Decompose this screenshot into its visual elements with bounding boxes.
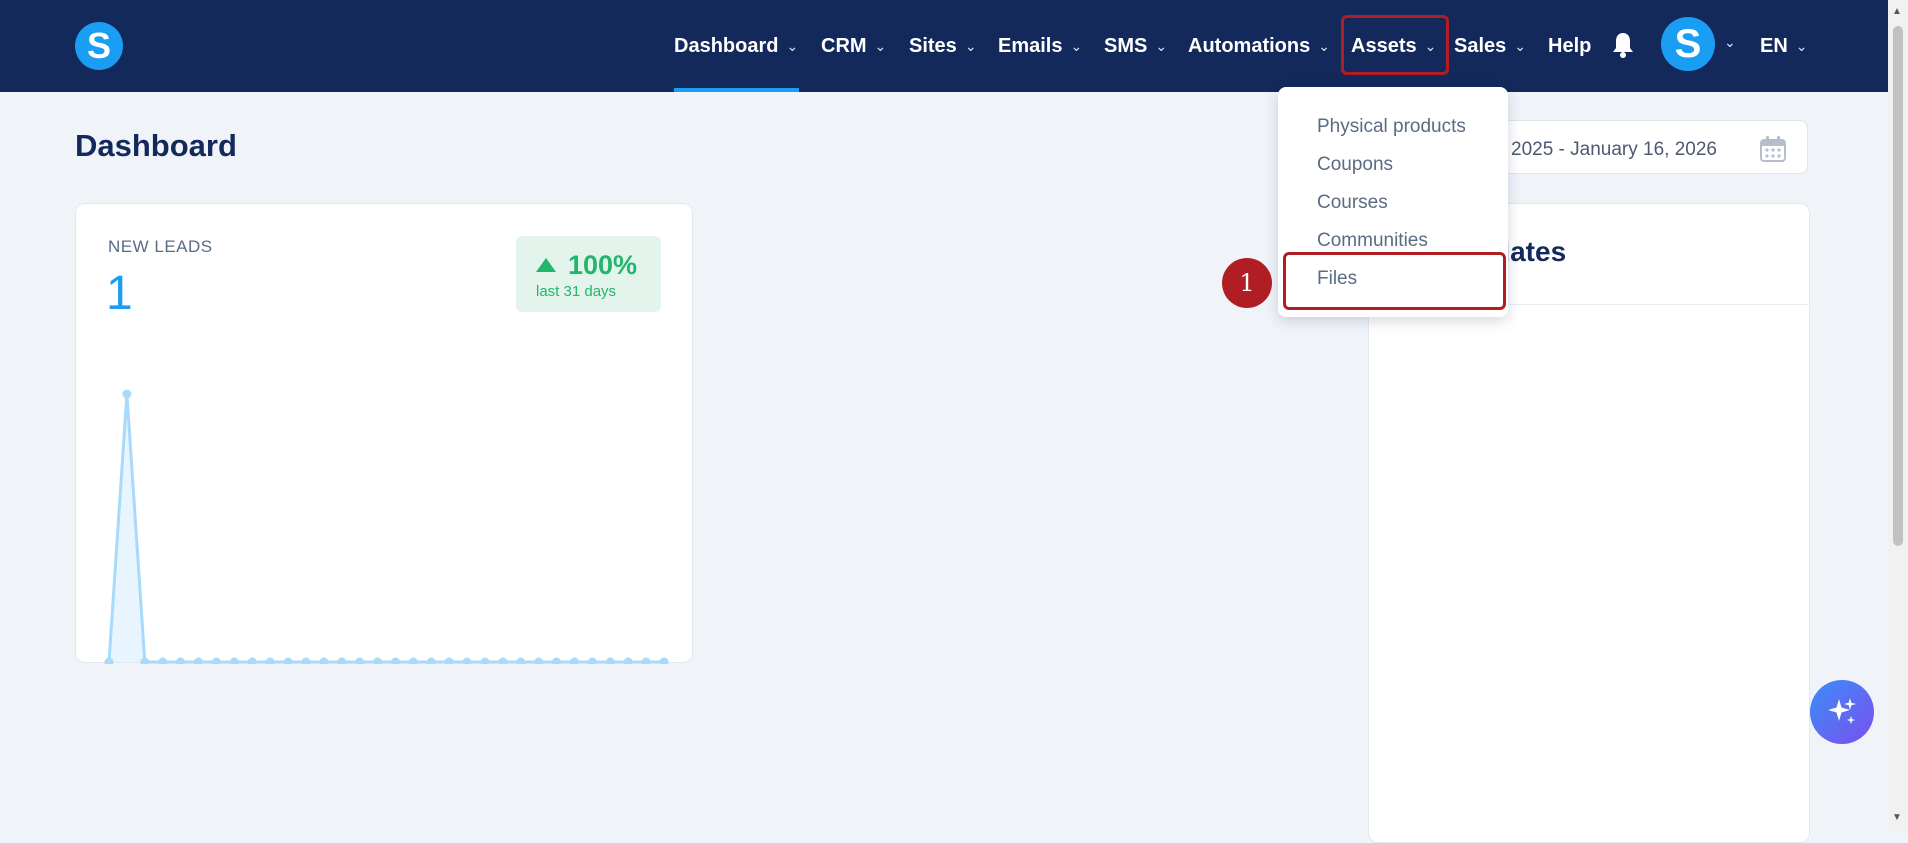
chart-point: [426, 657, 436, 664]
scroll-down-arrow-icon[interactable]: ▼: [1892, 812, 1902, 823]
change-period: last 31 days: [536, 283, 617, 300]
nav-label: Emails: [998, 34, 1063, 57]
dropdown-item-communities[interactable]: Communities: [1317, 230, 1428, 252]
chevron-down-icon: ⌄: [1070, 37, 1083, 54]
logo-letter: S: [86, 25, 111, 66]
chevron-down-icon: ⌄: [1155, 37, 1168, 54]
nav-item-emails[interactable]: Emails ⌄: [998, 0, 1082, 92]
nav-item-crm[interactable]: CRM ⌄: [821, 0, 886, 92]
new-leads-label: NEW LEADS: [108, 237, 213, 256]
chart-point: [247, 657, 257, 664]
scroll-up-arrow-icon[interactable]: ▲: [1892, 6, 1902, 17]
chart-point: [319, 657, 329, 664]
chart-point: [194, 657, 204, 664]
chart-point: [534, 657, 544, 664]
chart-point: [641, 657, 651, 664]
chart-point: [229, 657, 239, 664]
calendar-icon: [1760, 136, 1786, 162]
avatar-letter: S: [1674, 21, 1702, 66]
nav-label: Sales: [1454, 34, 1507, 57]
assets-highlight-box: [1341, 15, 1449, 75]
step-marker: 1: [1222, 258, 1272, 308]
nav-label: Sites: [909, 34, 957, 57]
language-selector[interactable]: EN ⌄: [1760, 0, 1808, 92]
nav-item-sales[interactable]: Sales ⌄: [1454, 0, 1526, 92]
chart-point: [211, 657, 221, 664]
nav-label: CRM: [821, 34, 867, 57]
chart-point: [337, 657, 347, 664]
chevron-down-icon: ⌄: [1514, 37, 1526, 54]
chart-point: [373, 657, 383, 664]
chart-point: [605, 657, 615, 664]
nav-item-dashboard[interactable]: Dashboard ⌄: [674, 0, 798, 92]
page-title: Dashboard: [75, 128, 237, 163]
sparkle-icon: [1828, 698, 1856, 724]
chevron-down-icon[interactable]: ⌄: [1724, 34, 1736, 51]
chart-point: [408, 657, 418, 664]
page-scrollbar[interactable]: ▲ ▼: [1888, 0, 1908, 831]
chart-point: [569, 657, 579, 664]
change-badge: 100% last 31 days: [516, 236, 661, 312]
files-highlight-box: [1283, 252, 1506, 310]
chart-point: [283, 657, 293, 664]
user-avatar[interactable]: S: [1661, 17, 1715, 71]
nav-label: Automations: [1188, 34, 1311, 57]
nav-label: Dashboard: [674, 34, 779, 57]
chevron-down-icon: ⌄: [1318, 37, 1330, 54]
chart-point: [498, 657, 508, 664]
chart-point: [623, 657, 633, 664]
chart-point: [176, 657, 186, 664]
chart-point: [552, 657, 562, 664]
chart-point: [516, 657, 526, 664]
triangle-up-icon: [536, 258, 556, 272]
top-navigation-bar: S Dashboard ⌄ CRM ⌄ Sites ⌄ Emails ⌄ SMS ⌄ Au…: [0, 0, 1908, 92]
nav-label: Help: [1548, 34, 1592, 57]
dropdown-item-courses[interactable]: Courses: [1317, 192, 1388, 214]
nav-label: SMS: [1104, 34, 1148, 57]
nav-item-help[interactable]: Help: [1548, 0, 1591, 92]
nav-item-sites[interactable]: Sites ⌄: [909, 0, 977, 92]
chart-point: [355, 657, 365, 664]
dropdown-item-physical-products[interactable]: Physical products: [1317, 116, 1466, 138]
scrollbar-thumb[interactable]: [1893, 26, 1903, 546]
active-tab-indicator: [674, 88, 799, 92]
date-range-text: 2025 - January 16, 2026: [1511, 139, 1717, 160]
app-logo[interactable]: S: [75, 22, 123, 70]
chart-point: [122, 389, 132, 399]
new-leads-value: 1: [106, 267, 133, 320]
date-range-picker[interactable]: 2025 - January 16, 2026: [1466, 120, 1808, 174]
chart-point: [265, 657, 275, 664]
chevron-down-icon: ⌄: [874, 37, 887, 54]
chart-point: [462, 657, 472, 664]
nav-item-automations[interactable]: Automations ⌄: [1188, 0, 1330, 92]
nav-item-sms[interactable]: SMS ⌄: [1104, 0, 1167, 92]
ai-assistant-button[interactable]: [1810, 680, 1874, 744]
chart-point: [301, 657, 311, 664]
chart-point: [444, 657, 454, 664]
chart-point: [587, 657, 597, 664]
chart-point: [390, 657, 400, 664]
new-leads-chart: Dec 17Dec 19Dec 21Dec 23Dec 25Dec 27Dec …: [104, 389, 669, 664]
chart-point: [480, 657, 490, 664]
new-leads-card: NEW LEADS 1 100% last 31 days Dec 17Dec …: [75, 203, 693, 664]
bell-icon[interactable]: [1611, 31, 1635, 59]
chevron-down-icon: ⌄: [964, 37, 977, 54]
chart-point: [659, 657, 669, 664]
chart-point: [158, 657, 168, 664]
chevron-down-icon: ⌄: [786, 37, 799, 54]
chart-series-line: [107, 393, 664, 664]
chevron-down-icon: ⌄: [1795, 37, 1808, 54]
language-label: EN: [1760, 34, 1788, 57]
dropdown-item-coupons[interactable]: Coupons: [1317, 154, 1393, 176]
chart-area-fill: [109, 394, 664, 662]
change-value: 100%: [568, 250, 638, 280]
